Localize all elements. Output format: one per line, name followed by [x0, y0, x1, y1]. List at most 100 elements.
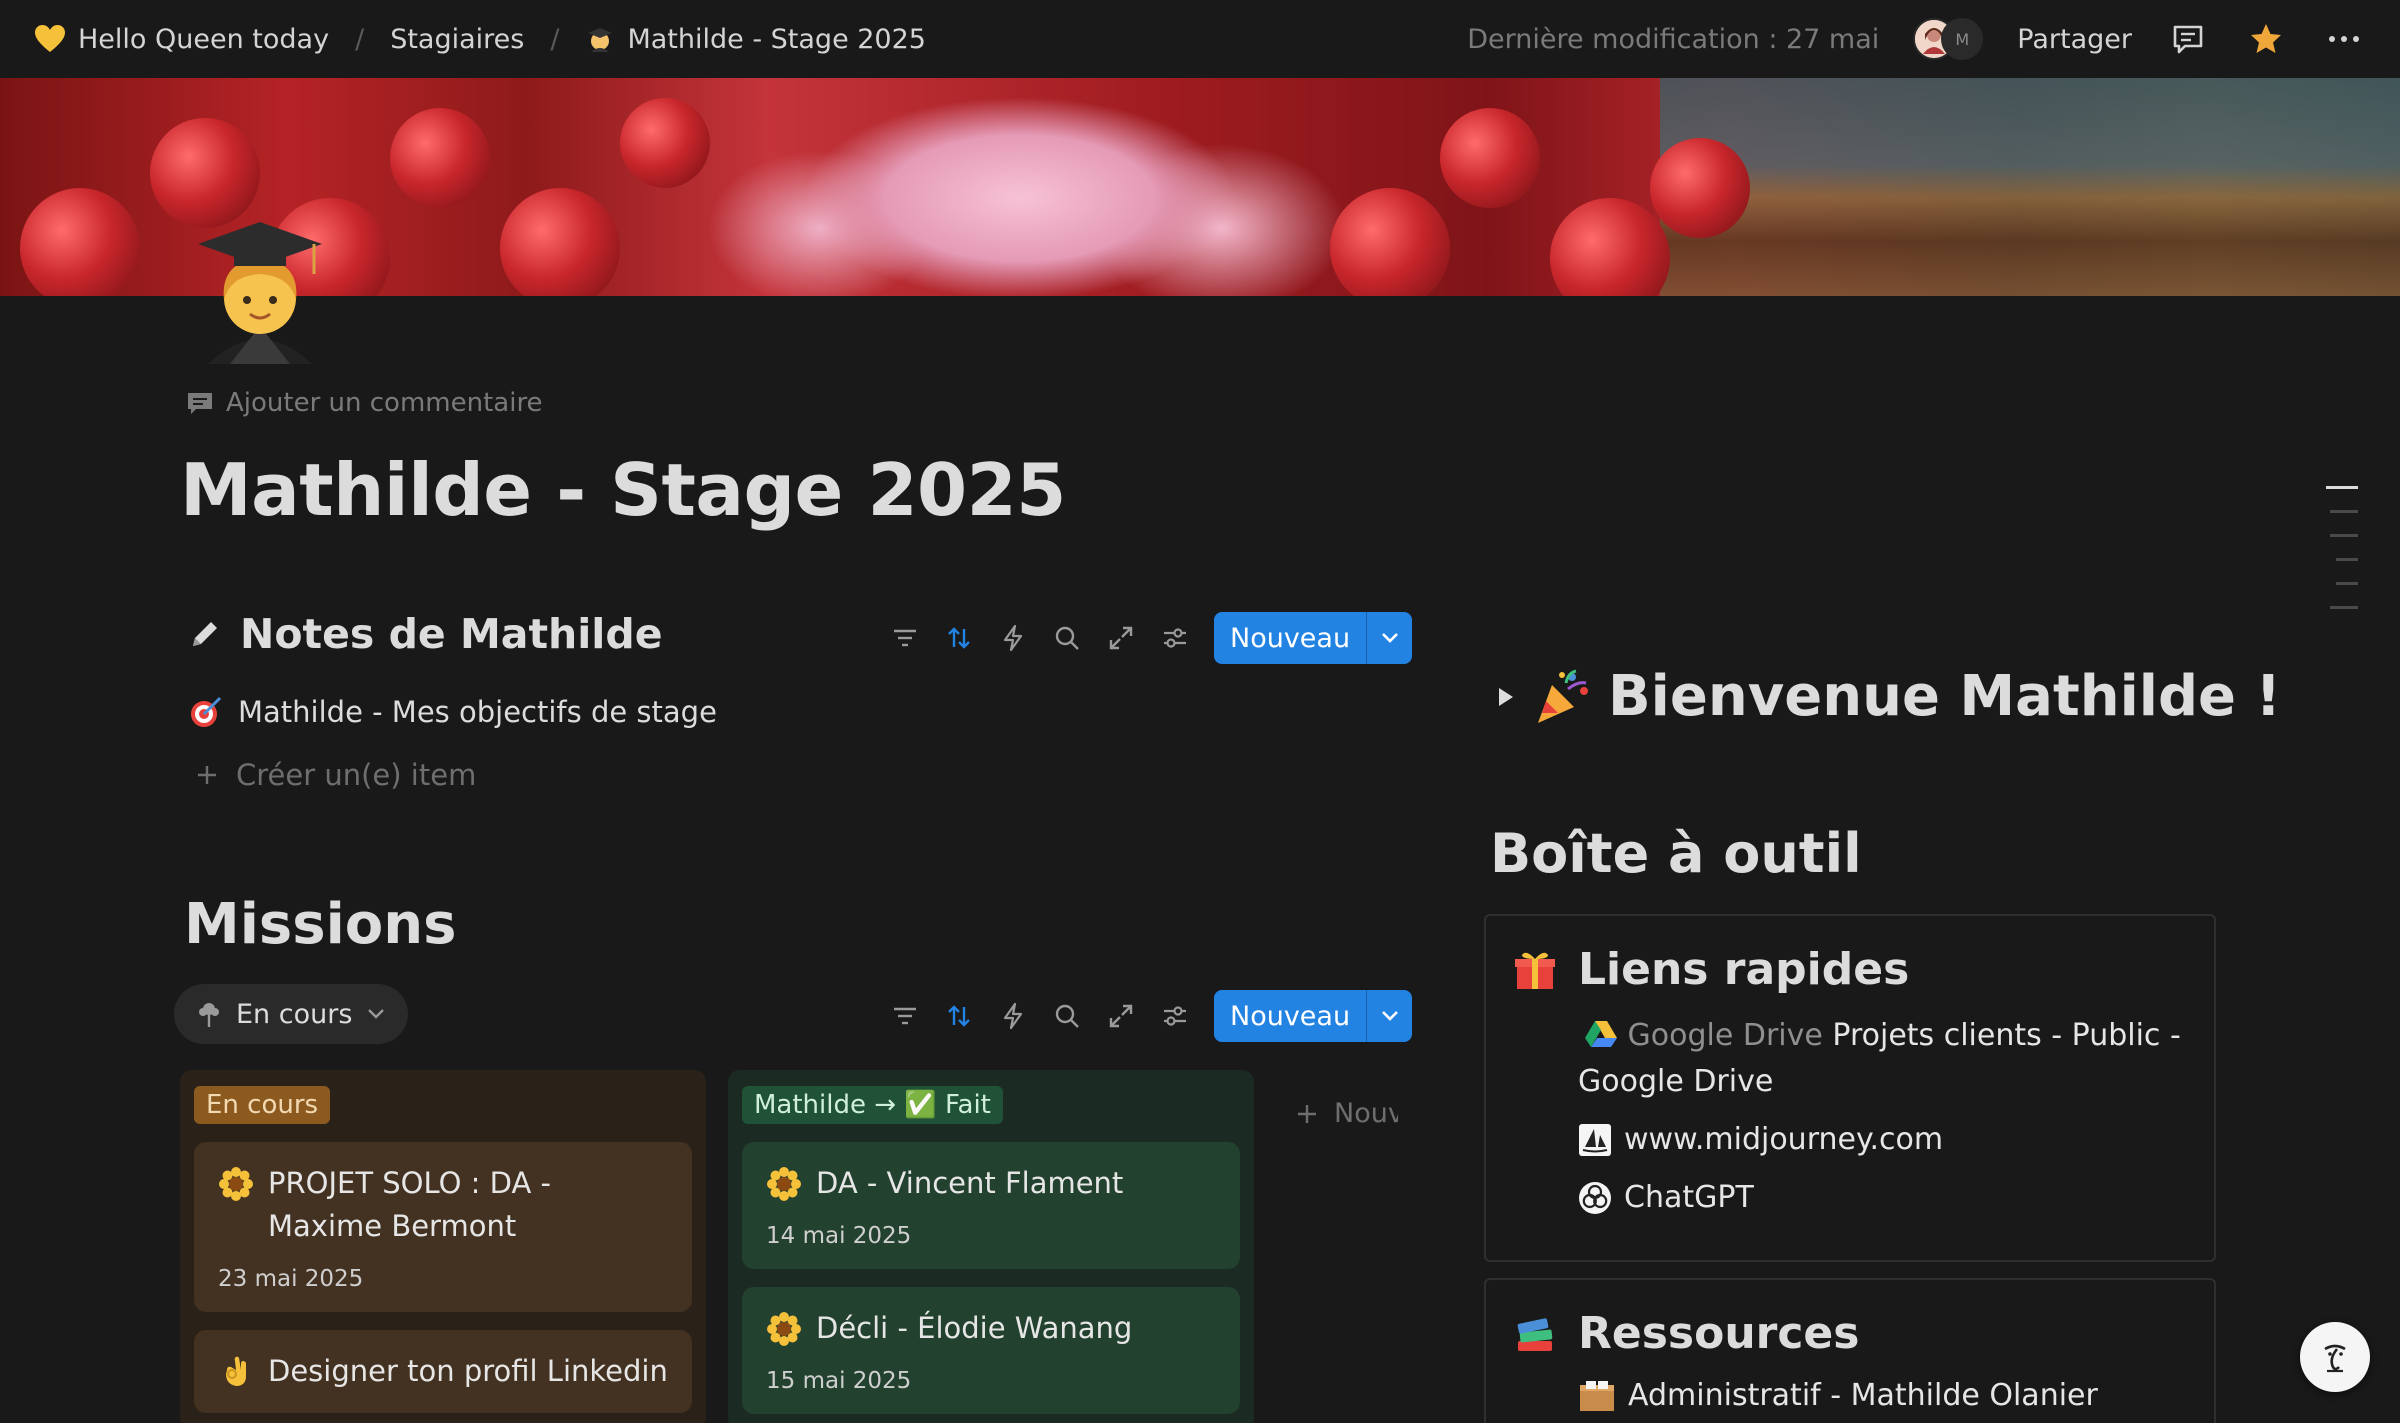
expand-button[interactable]: [1106, 1001, 1136, 1031]
create-item-label: Créer un(e) item: [236, 758, 477, 792]
page-title[interactable]: Mathilde - Stage 2025: [180, 448, 1066, 532]
settings-button[interactable]: [1160, 623, 1190, 653]
target-icon: [191, 696, 222, 727]
board-column-done: Mathilde → ✅ Fait DA - Vincent Flament 1…: [728, 1070, 1254, 1423]
add-comment-button[interactable]: Ajouter un commentaire: [186, 388, 543, 418]
card-box-icon: [1580, 1381, 1614, 1411]
board-card[interactable]: DA - Vincent Flament 14 mai 2025: [742, 1142, 1240, 1269]
link-midjourney[interactable]: www.midjourney.com: [1578, 1117, 2188, 1163]
filter-icon: [894, 629, 916, 647]
resources-heading[interactable]: Ressources: [1512, 1308, 2188, 1359]
sliders-icon: [1164, 628, 1186, 648]
cover-apple: [390, 108, 490, 208]
yellow-heart-icon: [35, 25, 65, 52]
missions-heading[interactable]: Missions: [184, 892, 456, 957]
card-title: DA - Vincent Flament: [766, 1162, 1216, 1205]
breadcrumb-current[interactable]: Mathilde - Stage 2025: [585, 24, 926, 55]
status-badge[interactable]: En cours: [194, 1086, 331, 1124]
automation-button[interactable]: [998, 1001, 1028, 1031]
triangle-right-icon[interactable]: [1496, 686, 1516, 708]
missions-new-button[interactable]: Nouveau: [1214, 990, 1413, 1042]
sort-button[interactable]: [944, 1001, 974, 1031]
toolbox-heading[interactable]: Boîte à outil: [1490, 822, 1862, 885]
chevron-down-icon: [1381, 633, 1398, 643]
search-button[interactable]: [1052, 1001, 1082, 1031]
search-icon: [1055, 626, 1079, 650]
board-card[interactable]: Designer ton profil Linkedin: [194, 1330, 692, 1413]
cover-apple: [20, 188, 140, 296]
list-item[interactable]: Mathilde - Mes objectifs de stage: [188, 694, 717, 730]
automation-button[interactable]: [998, 623, 1028, 653]
star-icon: [2251, 24, 2281, 53]
new-group-button[interactable]: Nouveau groupe: [1296, 1098, 1398, 1129]
link-label: ChatGPT: [1624, 1180, 1754, 1215]
link-administratif[interactable]: Administratif - Mathilde Olanier: [1578, 1373, 2188, 1419]
cover-apple: [150, 118, 260, 228]
ok-hand-icon: [226, 1356, 246, 1386]
settings-button[interactable]: [1160, 1001, 1190, 1031]
notes-new-button[interactable]: Nouveau: [1214, 612, 1413, 664]
student-page-icon[interactable]: [190, 214, 330, 364]
welcome-toggle[interactable]: Bienvenue Mathilde !: [1496, 664, 2281, 729]
toc-marker[interactable]: [2336, 558, 2358, 561]
missions-view-tab[interactable]: En cours: [174, 984, 409, 1044]
toc-marker[interactable]: [2336, 582, 2358, 585]
expand-button[interactable]: [1106, 623, 1136, 653]
card-date: 14 mai 2025: [766, 1223, 912, 1249]
filter-icon: [894, 1007, 916, 1025]
card-title: PROJET SOLO : DA - Maxime Bermont: [218, 1162, 668, 1248]
sort-button[interactable]: [944, 623, 974, 653]
board-card[interactable]: PROJET SOLO : DA - Maxime Bermont 23 mai…: [194, 1142, 692, 1312]
search-button[interactable]: [1052, 623, 1082, 653]
chatgpt-icon: [1579, 1182, 1611, 1214]
filter-button[interactable]: [890, 1001, 920, 1031]
breadcrumb-workspace[interactable]: Hello Queen today: [34, 24, 329, 55]
favorite-button[interactable]: [2244, 17, 2288, 61]
breadcrumb-parent[interactable]: Stagiaires: [390, 24, 524, 55]
card-date: 23 mai 2025: [218, 1266, 364, 1292]
table-of-contents-rail[interactable]: [2326, 486, 2358, 609]
plus-icon: [198, 766, 216, 784]
breadcrumb-workspace-label: Hello Queen today: [78, 23, 330, 55]
quick-links-heading[interactable]: Liens rapides: [1512, 944, 2188, 995]
notes-heading-label: Notes de Mathilde: [240, 610, 663, 658]
toc-marker[interactable]: [2330, 534, 2358, 537]
avatar[interactable]: M: [1941, 18, 1984, 60]
toc-marker[interactable]: [2326, 486, 2358, 489]
link-google-drive[interactable]: Google Drive Projets clients - Public - …: [1578, 1013, 2188, 1105]
link-label: Administratif - Mathilde Olanier: [1628, 1378, 2098, 1413]
notes-new-dropdown[interactable]: [1366, 612, 1412, 664]
notes-new-label: Nouveau: [1230, 622, 1351, 654]
notes-heading[interactable]: Notes de Mathilde: [188, 610, 663, 658]
missions-new-label: Nouveau: [1230, 1000, 1351, 1032]
collaborator-avatars[interactable]: M: [1913, 18, 1984, 60]
toc-marker[interactable]: [2330, 510, 2358, 513]
assistant-face-icon: [2324, 1344, 2346, 1373]
last-edited-text: Dernière modification : 27 mai: [1467, 23, 1880, 55]
board-card[interactable]: Décli - Élodie Wanang 15 mai 2025: [742, 1287, 1240, 1414]
card-title-text: Designer ton profil Linkedin: [268, 1354, 668, 1388]
lightning-icon: [1003, 624, 1023, 652]
card-title-text: DA - Vincent Flament: [816, 1166, 1124, 1200]
sunflower-icon: [767, 1312, 801, 1346]
more-button[interactable]: [2322, 17, 2366, 61]
card-title: Décli - Élodie Wanang: [766, 1307, 1216, 1350]
comment-icon: [2173, 25, 2203, 54]
top-bar: Hello Queen today / Stagiaires / Mathild…: [0, 0, 2400, 78]
page-cover[interactable]: [0, 78, 2400, 296]
link-chatgpt[interactable]: ChatGPT: [1578, 1175, 2188, 1221]
welcome-heading: Bienvenue Mathilde !: [1608, 664, 2282, 729]
board-column-in-progress: En cours PROJET SOLO : DA - Maxime Bermo…: [180, 1070, 706, 1423]
toc-marker[interactable]: [2330, 606, 2358, 609]
create-item-button[interactable]: Créer un(e) item: [196, 758, 476, 792]
ai-assistant-button[interactable]: [2300, 1322, 2370, 1392]
missions-new-dropdown[interactable]: [1366, 990, 1412, 1042]
filter-button[interactable]: [890, 623, 920, 653]
share-button[interactable]: Partager: [2017, 24, 2132, 55]
comments-button[interactable]: [2166, 17, 2210, 61]
gift-icon: [1515, 952, 1555, 989]
cover-apple: [500, 188, 620, 296]
card-title-text: Décli - Élodie Wanang: [816, 1311, 1133, 1345]
status-badge[interactable]: Mathilde → ✅ Fait: [742, 1086, 1003, 1124]
quick-links-box: Liens rapides Google Drive Projets clien…: [1484, 914, 2216, 1262]
